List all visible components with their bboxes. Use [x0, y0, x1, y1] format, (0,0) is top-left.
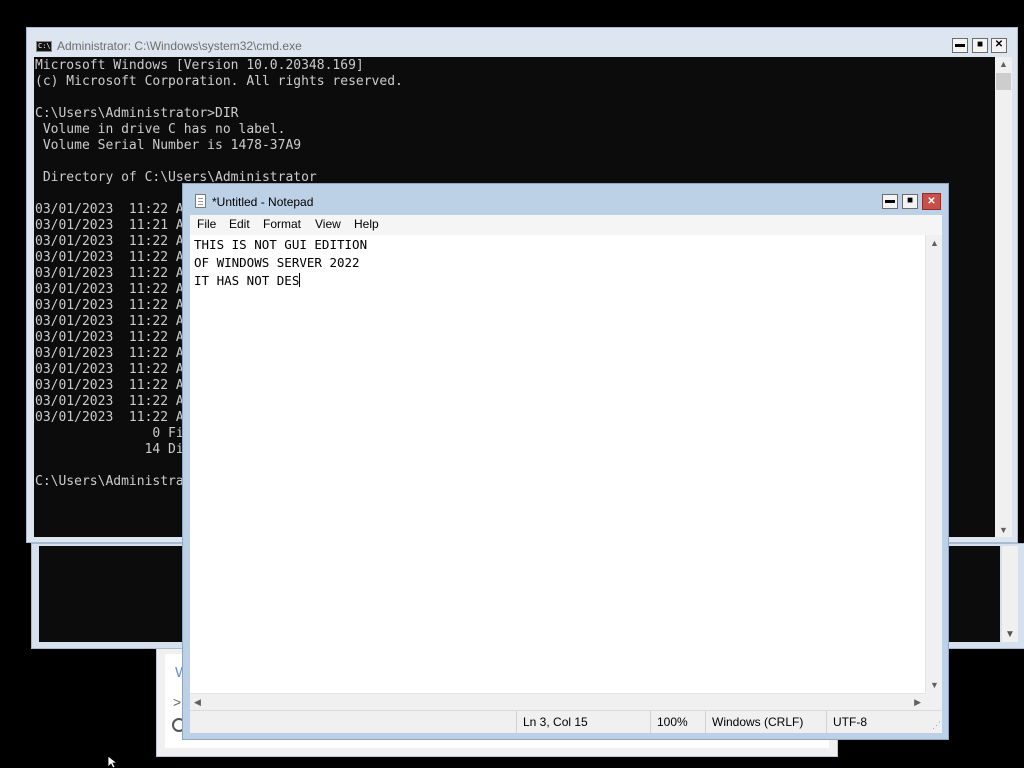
cmd-minimize-button[interactable]: ▬: [952, 38, 968, 53]
scroll-down-arrow-icon[interactable]: ▼: [1005, 629, 1015, 640]
background-fragment: >: [173, 694, 182, 710]
notepad-minimize-button[interactable]: ▬: [882, 194, 898, 209]
console-line: (c) Microsoft Corporation. All rights re…: [35, 74, 403, 89]
notepad-titlebar[interactable]: *Untitled - Notepad ▬ ■ ✕: [183, 184, 948, 215]
notepad-client-area: File Edit Format View Help THIS IS NOT G…: [190, 215, 942, 733]
notepad-statusbar: Ln 3, Col 15 100% Windows (CRLF) UTF-8 ⋰: [190, 710, 942, 733]
notepad-window-title: *Untitled - Notepad: [212, 195, 314, 209]
menu-help[interactable]: Help: [354, 217, 379, 231]
menu-view[interactable]: View: [315, 217, 341, 231]
console-line: Microsoft Windows [Version 10.0.20348.16…: [35, 58, 364, 73]
console-line: Volume in drive C has no label.: [35, 122, 286, 137]
menu-format[interactable]: Format: [263, 217, 301, 231]
status-encoding: UTF-8: [826, 711, 942, 733]
text-caret: [299, 273, 301, 287]
scroll-down-arrow-icon[interactable]: ▼: [999, 525, 1008, 535]
cmd-app-icon: C:\: [36, 41, 52, 52]
console-line: C:\Users\Administrator>DIR: [35, 106, 239, 121]
resize-grip-icon[interactable]: ⋰: [932, 720, 941, 731]
status-line-ending: Windows (CRLF): [705, 711, 826, 733]
notepad-text-area[interactable]: THIS IS NOT GUI EDITION OF WINDOWS SERVE…: [190, 235, 925, 693]
menu-edit[interactable]: Edit: [229, 217, 250, 231]
notepad-menubar: File Edit Format View Help: [190, 215, 942, 235]
text-line: IT HAS NOT DES: [194, 273, 301, 288]
cmd-titlebar[interactable]: C:\ Administrator: C:\Windows\system32\c…: [27, 28, 1017, 57]
notepad-maximize-button[interactable]: ■: [902, 194, 918, 209]
status-cursor-position: Ln 3, Col 15: [516, 711, 650, 733]
cmd-close-button[interactable]: ✕: [991, 38, 1007, 53]
scroll-up-arrow-icon[interactable]: ▲: [999, 59, 1008, 69]
status-zoom: 100%: [650, 711, 705, 733]
mouse-pointer-icon: [108, 756, 119, 768]
notepad-horizontal-scrollbar[interactable]: ◀ ▶: [190, 693, 925, 710]
scrollbar-corner: [925, 693, 942, 710]
scroll-left-arrow-icon[interactable]: ◀: [194, 697, 201, 708]
scroll-right-arrow-icon[interactable]: ▶: [914, 697, 921, 708]
text-line: THIS IS NOT GUI EDITION: [194, 237, 368, 252]
scroll-down-arrow-icon[interactable]: ▼: [930, 680, 939, 690]
cmd-window-title: Administrator: C:\Windows\system32\cmd.e…: [57, 39, 302, 53]
cmd-maximize-button[interactable]: ■: [972, 38, 988, 53]
notepad-document-icon: [195, 194, 206, 208]
background-console-scrollbar[interactable]: ▼: [1002, 546, 1018, 642]
console-line: Volume Serial Number is 1478-37A9: [35, 138, 302, 153]
notepad-window[interactable]: *Untitled - Notepad ▬ ■ ✕ File Edit Form…: [182, 183, 949, 740]
menu-file[interactable]: File: [197, 217, 216, 231]
notepad-vertical-scrollbar[interactable]: ▲ ▼: [925, 235, 942, 693]
text-line: OF WINDOWS SERVER 2022: [194, 255, 360, 270]
text-line-content: IT HAS NOT DES: [194, 273, 300, 288]
cmd-scroll-thumb[interactable]: [996, 73, 1011, 90]
notepad-close-button[interactable]: ✕: [922, 193, 941, 210]
scroll-up-arrow-icon[interactable]: ▲: [930, 238, 939, 248]
cmd-vertical-scrollbar[interactable]: ▲ ▼: [995, 57, 1012, 537]
